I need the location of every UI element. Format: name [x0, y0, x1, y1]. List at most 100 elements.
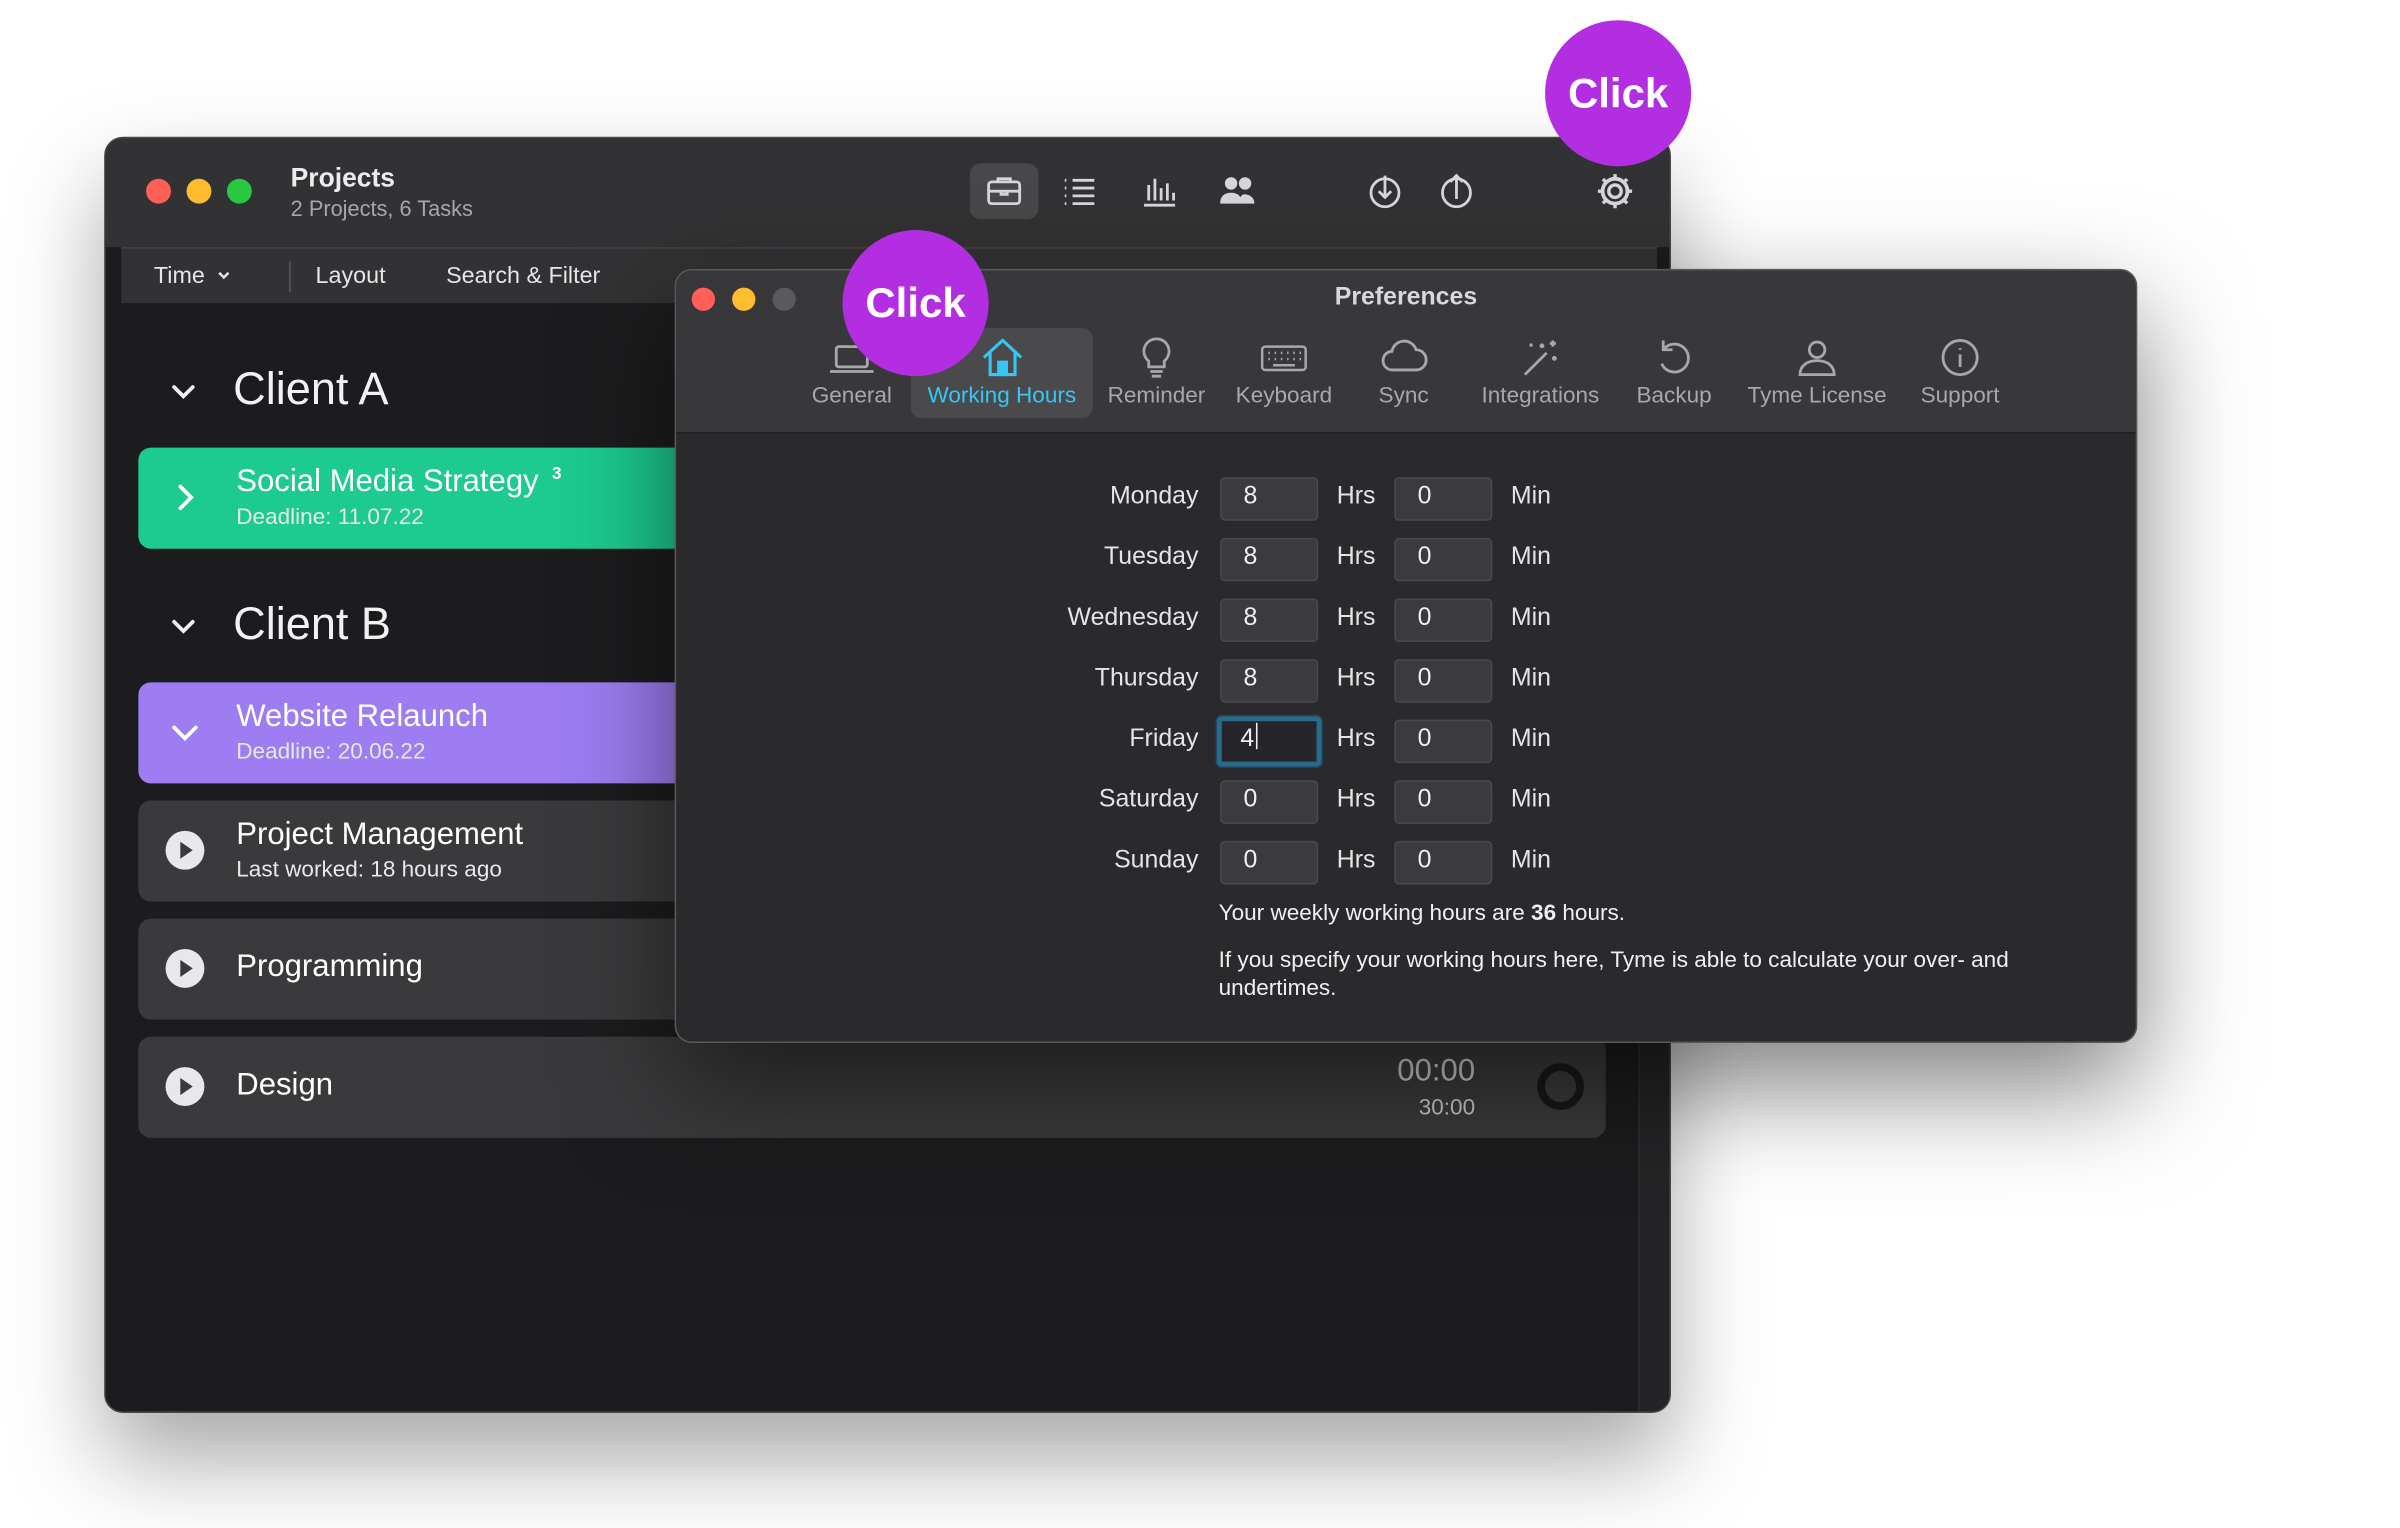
- magic-wand-icon: [1523, 340, 1557, 376]
- minutes-field[interactable]: 0: [1394, 780, 1493, 824]
- working-hours-row: Friday 4 Hrs 0 Min: [676, 716, 2136, 767]
- statistics-button[interactable]: [1125, 163, 1193, 219]
- minutes-unit: Min: [1510, 544, 1551, 571]
- task-card[interactable]: Design 00:00 30:00: [138, 1036, 1606, 1138]
- hours-field[interactable]: 0: [1220, 840, 1319, 885]
- close-window-button[interactable]: [146, 178, 171, 204]
- task-title: Design: [236, 1067, 334, 1103]
- info-icon: [1941, 339, 1979, 377]
- tab-keyboard[interactable]: Keyboard: [1226, 328, 1341, 418]
- weekly-total-value: 36: [1531, 901, 1557, 927]
- minutes-field[interactable]: 0: [1394, 659, 1493, 703]
- share-button[interactable]: [1422, 163, 1490, 219]
- tab-label: Sync: [1378, 383, 1429, 409]
- play-icon[interactable]: [165, 948, 205, 988]
- stage: Projects 2 Projects, 6 Tasks Time Layout…: [0, 0, 2400, 1528]
- tab-label: Tyme License: [1747, 383, 1887, 409]
- tab-label: Reminder: [1107, 383, 1206, 409]
- hours-unit: Hrs: [1336, 786, 1376, 813]
- play-icon[interactable]: [165, 830, 205, 870]
- time-menu[interactable]: Time: [154, 263, 232, 289]
- day-label: Monday: [1109, 483, 1199, 510]
- budget-progress-ring: [1537, 1063, 1584, 1110]
- list-view-button[interactable]: [1045, 163, 1113, 219]
- download-icon: [1369, 175, 1401, 209]
- day-label: Saturday: [1098, 786, 1199, 813]
- import-button[interactable]: [1351, 163, 1419, 219]
- group-client-a[interactable]: Client A: [168, 365, 389, 416]
- minutes-field[interactable]: 0: [1394, 477, 1493, 521]
- working-hours-note: If you specify your working hours here, …: [1218, 948, 2009, 1002]
- minutes-field[interactable]: 0: [1394, 537, 1493, 582]
- minutes-field[interactable]: 0: [1394, 840, 1493, 885]
- hours-unit: Hrs: [1336, 483, 1376, 510]
- layout-menu[interactable]: Layout: [316, 263, 386, 289]
- minutes-unit: Min: [1510, 847, 1551, 874]
- task-time-budget: 30:00: [1418, 1095, 1476, 1121]
- hours-field[interactable]: 8: [1220, 659, 1319, 703]
- hours-field[interactable]: 8: [1220, 477, 1319, 521]
- weekly-total-text: Your weekly working hours are 36 hours.: [1219, 902, 1625, 927]
- minutes-unit: Min: [1510, 604, 1551, 632]
- tab-backup[interactable]: Backup: [1627, 328, 1720, 418]
- time-menu-label: Time: [153, 262, 205, 290]
- day-label: Tuesday: [1103, 544, 1199, 571]
- group-client-b[interactable]: Client B: [168, 600, 391, 651]
- restore-icon: [1660, 340, 1690, 374]
- tab-tyme-license[interactable]: Tyme License: [1739, 328, 1894, 418]
- minutes-field[interactable]: 0: [1394, 598, 1493, 642]
- window-subtitle: 2 Projects, 6 Tasks: [290, 195, 473, 221]
- weekly-suffix: hours.: [1562, 901, 1626, 927]
- tab-reminder[interactable]: Reminder: [1099, 328, 1214, 418]
- working-hours-row: Monday 8 Hrs 0 Min: [676, 477, 2136, 521]
- working-hours-row: Sunday 0 Hrs 0 Min: [676, 840, 2136, 885]
- search-filter-menu[interactable]: Search & Filter: [446, 263, 600, 289]
- hours-field[interactable]: 0: [1220, 780, 1319, 824]
- hours-unit: Hrs: [1336, 725, 1376, 753]
- group-title: Client B: [233, 599, 392, 650]
- task-title: Project Management: [236, 817, 524, 852]
- minutes-unit: Min: [1510, 725, 1551, 753]
- task-count-badge: 3: [551, 465, 562, 484]
- minimize-window-button[interactable]: [186, 178, 212, 204]
- window-title: Projects: [290, 163, 395, 193]
- day-label: Thursday: [1094, 665, 1199, 692]
- task-last-worked: Last worked: 18 hours ago: [236, 858, 502, 883]
- gear-icon: [1597, 174, 1633, 209]
- people-icon: [1220, 177, 1255, 204]
- project-deadline: Deadline: 11.07.22: [236, 505, 424, 531]
- hours-unit: Hrs: [1336, 847, 1376, 874]
- project-title: Social Media Strategy 3: [236, 465, 561, 501]
- list-icon: [1064, 178, 1095, 206]
- share-icon: [1441, 173, 1472, 209]
- day-label: Friday: [1129, 725, 1199, 753]
- working-hours-row: Saturday 0 Hrs 0 Min: [676, 780, 2136, 824]
- lightbulb-icon: [1142, 337, 1171, 378]
- tab-integrations[interactable]: Integrations: [1469, 328, 1612, 418]
- day-label: Wednesday: [1067, 604, 1199, 632]
- minutes-field[interactable]: 0: [1394, 719, 1493, 764]
- hours-value: 4: [1240, 725, 1255, 753]
- cloud-icon: [1381, 339, 1428, 372]
- zoom-window-button[interactable]: [226, 178, 252, 204]
- day-label: Sunday: [1114, 847, 1199, 874]
- tab-sync[interactable]: Sync: [1363, 328, 1444, 418]
- hours-field-focused[interactable]: 4: [1217, 716, 1322, 767]
- minutes-unit: Min: [1510, 786, 1551, 813]
- tab-label: Support: [1920, 383, 2000, 409]
- minutes-unit: Min: [1510, 665, 1551, 692]
- house-icon: [982, 338, 1022, 377]
- hours-field[interactable]: 8: [1220, 537, 1319, 582]
- click-badge: Click: [842, 230, 989, 377]
- settings-button[interactable]: [1581, 163, 1649, 219]
- chevron-down-icon: [172, 619, 195, 633]
- team-button[interactable]: [1203, 163, 1271, 219]
- projects-view-button[interactable]: [969, 163, 1039, 220]
- working-hours-row: Thursday 8 Hrs 0 Min: [676, 659, 2136, 703]
- play-icon[interactable]: [165, 1066, 205, 1106]
- chevron-down-icon: [172, 384, 195, 399]
- task-title: Programming: [236, 949, 423, 984]
- tab-support[interactable]: Support: [1910, 328, 2009, 418]
- tab-label: Backup: [1636, 383, 1712, 409]
- hours-field[interactable]: 8: [1220, 598, 1319, 642]
